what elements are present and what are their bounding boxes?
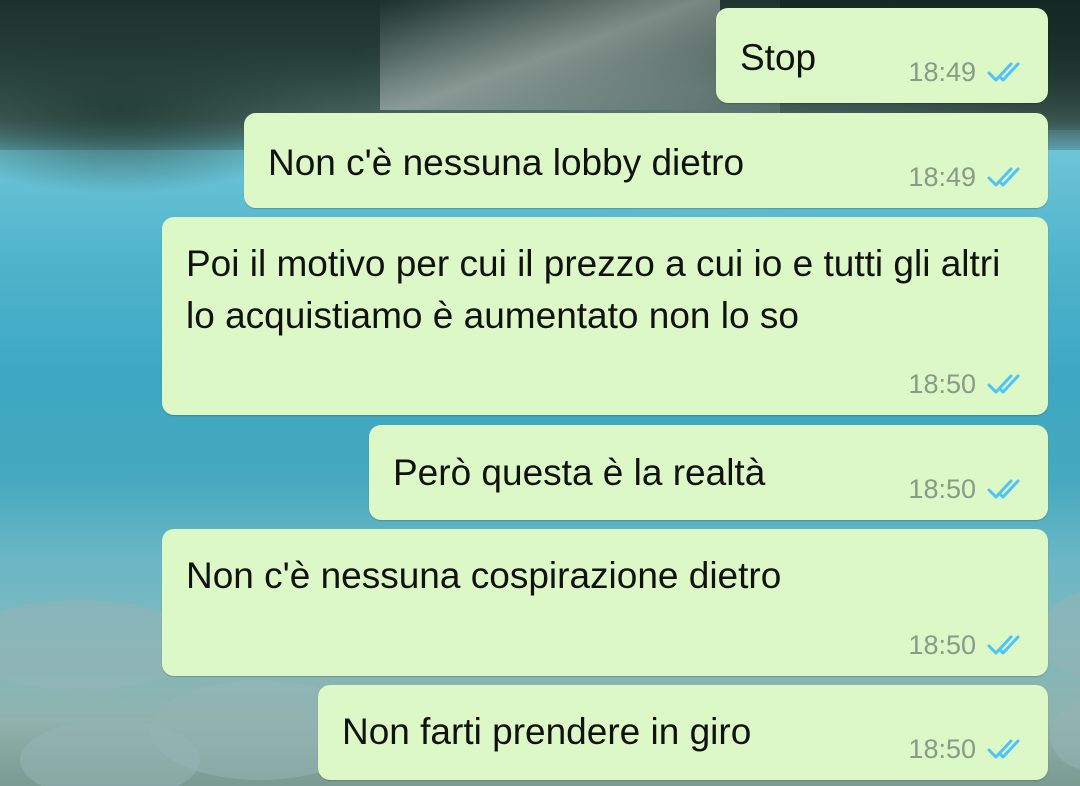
double-check-read-icon <box>987 635 1020 655</box>
message-bubble[interactable]: Poi il motivo per cui il prezzo a cui io… <box>162 217 1048 415</box>
message-text: Non c'è nessuna cospirazione dietro <box>186 555 782 596</box>
double-check-read-icon <box>987 739 1020 759</box>
message-time: 18:50 <box>908 369 976 399</box>
double-check-read-icon <box>987 374 1020 394</box>
message-meta: 18:50 <box>908 474 1026 504</box>
message-meta: 18:50 <box>908 630 1026 660</box>
message-time: 18:50 <box>908 474 976 504</box>
double-check-read-icon <box>987 62 1020 82</box>
wallpaper-rock <box>1050 700 1080 770</box>
message-time: 18:49 <box>908 162 976 192</box>
double-check-read-icon <box>987 479 1020 499</box>
message-text: Però questa è la realtà <box>393 452 766 493</box>
message-text: Poi il motivo per cui il prezzo a cui io… <box>186 243 1011 336</box>
wallpaper-mountain-slope <box>380 0 720 110</box>
message-meta: 18:49 <box>908 57 1026 87</box>
message-meta: 18:49 <box>908 162 1026 192</box>
message-bubble[interactable]: Però questa è la realtà 18:50 <box>369 425 1048 520</box>
message-time: 18:49 <box>908 57 976 87</box>
message-bubble[interactable]: Stop 18:49 <box>716 8 1048 103</box>
message-text: Non c'è nessuna lobby dietro <box>268 142 745 183</box>
message-time: 18:50 <box>908 630 976 660</box>
message-text: Non farti prendere in giro <box>342 711 752 752</box>
message-text: Stop <box>740 37 817 78</box>
message-time: 18:50 <box>908 734 976 764</box>
message-bubble[interactable]: Non farti prendere in giro 18:50 <box>318 685 1048 780</box>
message-meta: 18:50 <box>908 734 1026 764</box>
double-check-read-icon <box>987 167 1020 187</box>
message-bubble[interactable]: Non c'è nessuna cospirazione dietro 18:5… <box>162 529 1048 676</box>
message-meta: 18:50 <box>908 369 1026 399</box>
message-bubble[interactable]: Non c'è nessuna lobby dietro 18:49 <box>244 113 1048 208</box>
